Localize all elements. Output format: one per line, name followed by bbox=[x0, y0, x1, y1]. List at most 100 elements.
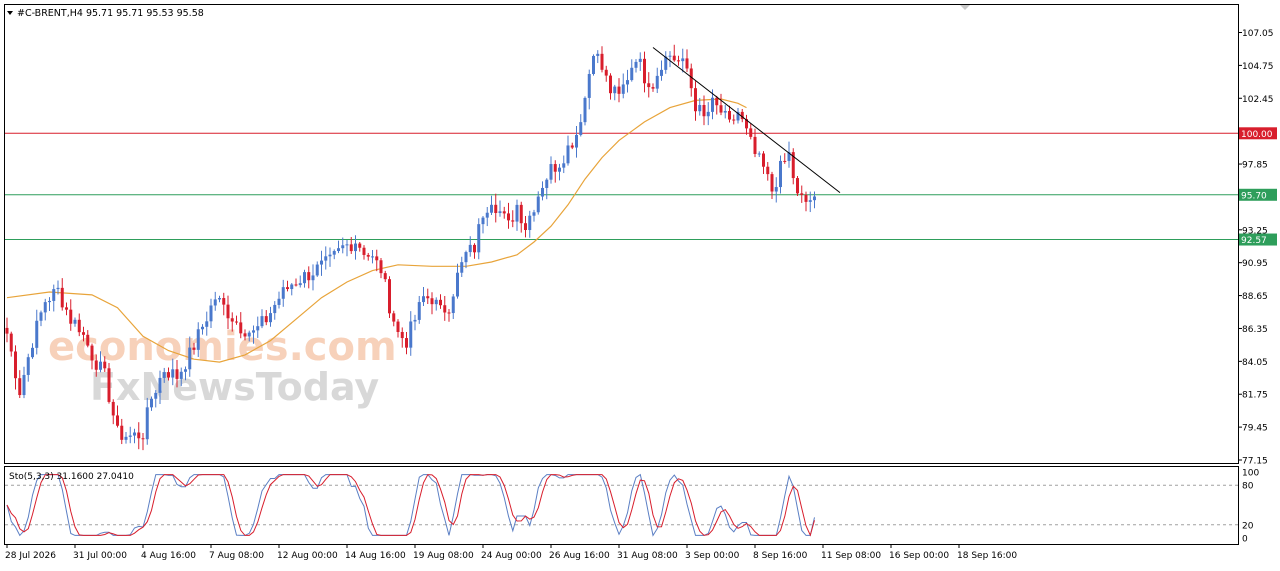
candle-body bbox=[375, 256, 379, 261]
candle-body bbox=[294, 284, 298, 286]
candle-body bbox=[681, 58, 685, 62]
candle-body bbox=[175, 369, 179, 379]
candle-body bbox=[617, 86, 621, 94]
time-tick-label-2: 4 Aug 16:00 bbox=[141, 551, 196, 561]
price-tick-label-7: 90.95 bbox=[1242, 259, 1268, 269]
candle-body bbox=[770, 174, 774, 192]
candle-body bbox=[239, 322, 243, 334]
candle-body bbox=[409, 321, 413, 348]
candle-body bbox=[753, 136, 757, 154]
candle-body bbox=[592, 55, 595, 74]
candle-body bbox=[379, 260, 383, 274]
candle-body bbox=[120, 425, 124, 440]
candle-body bbox=[145, 407, 149, 440]
candle-body bbox=[613, 86, 617, 94]
candle-body bbox=[14, 351, 17, 379]
candle-body bbox=[303, 272, 306, 284]
candle-body bbox=[719, 105, 723, 113]
candle-body bbox=[485, 212, 489, 218]
candle-body bbox=[728, 110, 731, 120]
candle-body bbox=[213, 299, 217, 306]
candle-body bbox=[528, 215, 532, 231]
candle-body bbox=[685, 58, 689, 69]
candle-body bbox=[349, 244, 353, 252]
candle-body bbox=[35, 320, 39, 348]
time-axis: 28 Jul 2026 31 Jul 00:00 4 Aug 16:00 7 Aug … bbox=[5, 544, 1017, 561]
candle-body bbox=[362, 247, 366, 255]
candle-body bbox=[128, 435, 132, 437]
price-chart[interactable]: economies.com FxNewsToday 107.05104.7510… bbox=[0, 0, 1280, 567]
candle-body bbox=[56, 287, 60, 290]
level-label-1: 95.70 bbox=[1241, 191, 1267, 201]
candle-body bbox=[417, 302, 421, 320]
candle-body bbox=[477, 224, 481, 253]
price-tick-label-9: 86.35 bbox=[1242, 325, 1268, 335]
candle-body bbox=[677, 60, 680, 62]
candle-body bbox=[162, 372, 166, 378]
candle-body bbox=[779, 160, 782, 188]
candle-body bbox=[808, 200, 812, 202]
candle-body bbox=[507, 213, 510, 221]
price-tick-label-1: 104.75 bbox=[1242, 62, 1274, 72]
candle-body bbox=[668, 55, 672, 57]
candle-body bbox=[621, 84, 625, 94]
candle-body bbox=[596, 53, 600, 56]
candle-body bbox=[315, 264, 319, 276]
time-tick-label-6: 19 Aug 08:00 bbox=[413, 551, 474, 561]
candle-body bbox=[762, 153, 765, 167]
candle-body bbox=[188, 347, 192, 370]
level-label-0: 100.00 bbox=[1241, 130, 1273, 140]
stoch-tick-label-0: 100 bbox=[1242, 469, 1259, 479]
candle-body bbox=[396, 321, 400, 332]
candle-body bbox=[171, 369, 175, 378]
candle-body bbox=[103, 361, 107, 369]
candle-body bbox=[196, 329, 200, 350]
candle-body bbox=[320, 260, 323, 265]
price-tick-label-11: 81.75 bbox=[1242, 391, 1268, 401]
candle-body bbox=[706, 111, 710, 117]
candle-body bbox=[434, 299, 438, 305]
candle-body bbox=[630, 67, 634, 81]
candle-body bbox=[39, 312, 43, 321]
candle-body bbox=[99, 361, 102, 370]
candle-body bbox=[553, 164, 557, 172]
candle-body bbox=[154, 392, 158, 399]
candle-body bbox=[502, 211, 506, 214]
candle-body bbox=[405, 338, 408, 348]
candle-body bbox=[804, 194, 808, 202]
candle-body bbox=[651, 87, 655, 89]
candle-body bbox=[383, 273, 387, 280]
time-tick-label-14: 18 Sep 16:00 bbox=[957, 551, 1017, 561]
candle bbox=[107, 362, 111, 404]
candle-body bbox=[226, 304, 230, 319]
candle-body bbox=[158, 377, 162, 393]
candle-body bbox=[587, 73, 591, 98]
candle-body bbox=[179, 371, 183, 379]
time-tick-label-13: 16 Sep 00:00 bbox=[889, 551, 949, 561]
candle-body bbox=[201, 326, 204, 330]
candle-body bbox=[422, 296, 425, 303]
candle-body bbox=[341, 245, 345, 249]
candle-body bbox=[388, 279, 391, 314]
candle-body bbox=[626, 80, 629, 85]
time-tick-label-7: 24 Aug 00:00 bbox=[481, 551, 542, 561]
stoch-tick-label-2: 20 bbox=[1242, 521, 1254, 531]
candle-body bbox=[468, 244, 472, 253]
candle-body bbox=[515, 204, 519, 222]
candle-body bbox=[511, 220, 515, 222]
price-tick-label-10: 84.05 bbox=[1242, 358, 1268, 368]
candle-body bbox=[60, 287, 64, 308]
stoch-tick-label-3: 0 bbox=[1242, 535, 1248, 545]
candle bbox=[583, 96, 587, 126]
price-tick-label-2: 102.45 bbox=[1242, 95, 1274, 105]
candle-body bbox=[609, 75, 612, 94]
candle-body bbox=[73, 319, 77, 324]
chart-root: economies.com FxNewsToday 107.05 104.75 10… bbox=[0, 0, 1280, 567]
candle-body bbox=[137, 432, 141, 439]
candle-body bbox=[124, 436, 128, 440]
candle-body bbox=[711, 97, 714, 112]
price-tick-label-0: 107.05 bbox=[1242, 29, 1274, 39]
candle-body bbox=[141, 438, 145, 440]
candle-body bbox=[65, 307, 68, 310]
time-tick-label-5: 14 Aug 16:00 bbox=[345, 551, 406, 561]
